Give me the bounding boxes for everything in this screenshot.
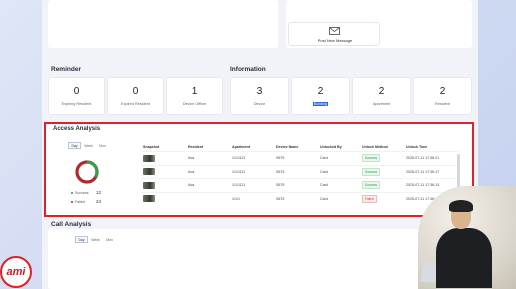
stat-device-offline[interactable]: 1 Device Offline bbox=[166, 77, 223, 115]
legend-success: Success 12 bbox=[71, 190, 101, 195]
stat-value: 2 bbox=[439, 86, 446, 97]
tab-month[interactable]: Mon bbox=[96, 142, 109, 149]
stat-label: Resident bbox=[435, 102, 450, 106]
stat-value: 1 bbox=[191, 86, 198, 97]
access-analysis-panel: Access Analysis Day Week Mon Success 12 … bbox=[44, 122, 474, 217]
col-resident: Resident bbox=[188, 144, 204, 149]
table-row[interactable]: Ava 1/1/1111 S675 Card Success 2025-07-1… bbox=[141, 178, 459, 192]
call-period-tabs: Day Week Mon bbox=[75, 236, 116, 243]
cell-resident: Ava bbox=[188, 156, 195, 161]
col-unlock-method: Unlock Method bbox=[362, 144, 388, 149]
cell-apartment: 1/1/1111 bbox=[232, 156, 246, 161]
tab-month[interactable]: Mon bbox=[103, 236, 116, 243]
col-unlock-time: Unlock Time bbox=[406, 144, 428, 149]
legend-dot bbox=[71, 192, 73, 195]
stat-label: Device Offline bbox=[182, 102, 207, 106]
col-apartment: Apartment bbox=[232, 144, 250, 149]
stat-label: Expired Resident bbox=[121, 102, 150, 106]
information-title: Information bbox=[230, 66, 266, 73]
access-period-tabs: Day Week Mon bbox=[68, 142, 109, 149]
legend-label: Success bbox=[75, 191, 89, 195]
message-card: Post New Message bbox=[286, 0, 472, 48]
status-badge: Success bbox=[362, 154, 381, 163]
cell-unlocked-by: Card bbox=[320, 196, 328, 201]
stat-label: Device bbox=[253, 102, 266, 106]
col-device-name: Device Name bbox=[276, 144, 299, 149]
envelope-icon bbox=[329, 27, 340, 35]
tab-week[interactable]: Week bbox=[89, 236, 102, 243]
stat-apartment[interactable]: 2 Apartment bbox=[352, 77, 411, 115]
col-snapshot: Snapshot bbox=[143, 144, 160, 149]
top-left-card bbox=[48, 0, 278, 48]
tab-day[interactable]: Day bbox=[75, 236, 88, 243]
snapshot-thumbnail[interactable] bbox=[143, 195, 155, 203]
access-donut-chart bbox=[75, 160, 99, 184]
access-analysis-title: Access Analysis bbox=[53, 126, 101, 132]
stat-value: 0 bbox=[132, 86, 139, 97]
stat-building[interactable]: 2 Building bbox=[291, 77, 350, 115]
stat-expiring-resident[interactable]: 0 Expiring Resident bbox=[48, 77, 105, 115]
presenter-webcam bbox=[418, 186, 516, 289]
cell-device: S675 bbox=[276, 156, 285, 161]
cell-time: 2025-07-11 17:36:13 bbox=[406, 183, 440, 188]
table-row[interactable]: Ava 1/1/1111 S675 Card Success 2025-07-1… bbox=[141, 164, 459, 179]
stat-value: 2 bbox=[317, 86, 324, 97]
stat-label: Apartment bbox=[372, 102, 391, 106]
stat-resident[interactable]: 2 Resident bbox=[413, 77, 472, 115]
snapshot-thumbnail[interactable] bbox=[143, 168, 155, 176]
cell-apartment: 1/1/1 bbox=[232, 196, 240, 201]
status-badge: Success bbox=[362, 181, 381, 190]
post-new-message-button[interactable]: Post New Message bbox=[288, 22, 380, 46]
selected-text: Building bbox=[312, 102, 329, 106]
cell-time: 2025-07-11 17:36:17 bbox=[406, 169, 440, 174]
dashboard: Post New Message Reminder Information 0 … bbox=[42, 0, 478, 289]
logo-text: ami bbox=[6, 266, 26, 278]
reminder-title: Reminder bbox=[51, 66, 81, 73]
stat-value: 2 bbox=[378, 86, 385, 97]
cell-device: S675 bbox=[276, 196, 285, 201]
status-badge: Failed bbox=[362, 194, 377, 203]
cell-unlocked-by: Card bbox=[320, 169, 328, 174]
stat-value: 0 bbox=[73, 86, 80, 97]
stat-label: Building bbox=[292, 102, 349, 106]
snapshot-thumbnail[interactable] bbox=[143, 181, 155, 189]
cell-unlocked-by: Card bbox=[320, 183, 328, 188]
table-header: Snapshot Resident Apartment Device Name … bbox=[141, 142, 459, 151]
ami-logo: ami bbox=[0, 256, 32, 288]
legend-label: Failed bbox=[75, 200, 85, 204]
stat-label: Expiring Resident bbox=[61, 102, 92, 106]
cell-time: 2025-07-11 17:38:21 bbox=[406, 156, 440, 161]
snapshot-thumbnail[interactable] bbox=[143, 154, 155, 162]
stat-expired-resident[interactable]: 0 Expired Resident bbox=[107, 77, 164, 115]
call-analysis-title: Call Analysis bbox=[51, 221, 92, 228]
cell-apartment: 1/1/1111 bbox=[232, 169, 246, 174]
cell-device: S675 bbox=[276, 183, 285, 188]
table-row[interactable]: 1/1/1 S675 Card Failed 2025-07-11 17:36:… bbox=[141, 191, 459, 206]
tab-week[interactable]: Week bbox=[82, 142, 95, 149]
access-table: Snapshot Resident Apartment Device Name … bbox=[141, 142, 459, 205]
legend-dot bbox=[71, 201, 73, 204]
post-new-message-label: Post New Message bbox=[317, 38, 353, 43]
stat-device[interactable]: 3 Device bbox=[230, 77, 289, 115]
tab-day[interactable]: Day bbox=[68, 142, 81, 149]
stat-value: 3 bbox=[256, 86, 263, 97]
table-row[interactable]: Ava 1/1/1111 S675 Card Success 2025-07-1… bbox=[141, 151, 459, 165]
status-badge: Success bbox=[362, 167, 381, 176]
legend-failed: Failed 24 bbox=[71, 199, 101, 204]
legend-value: 12 bbox=[96, 190, 102, 195]
cell-apartment: 1/1/1111 bbox=[232, 183, 246, 188]
cell-unlocked-by: Card bbox=[320, 156, 328, 161]
legend-value: 24 bbox=[96, 199, 102, 204]
col-unlocked-by: Unlocked By bbox=[320, 144, 342, 149]
cell-resident: Ava bbox=[188, 183, 195, 188]
presenter-body bbox=[436, 228, 492, 288]
call-analysis-panel: Day Week Mon bbox=[48, 229, 474, 289]
cell-resident: Ava bbox=[188, 169, 195, 174]
presenter-hair bbox=[449, 200, 473, 212]
cell-device: S675 bbox=[276, 169, 285, 174]
